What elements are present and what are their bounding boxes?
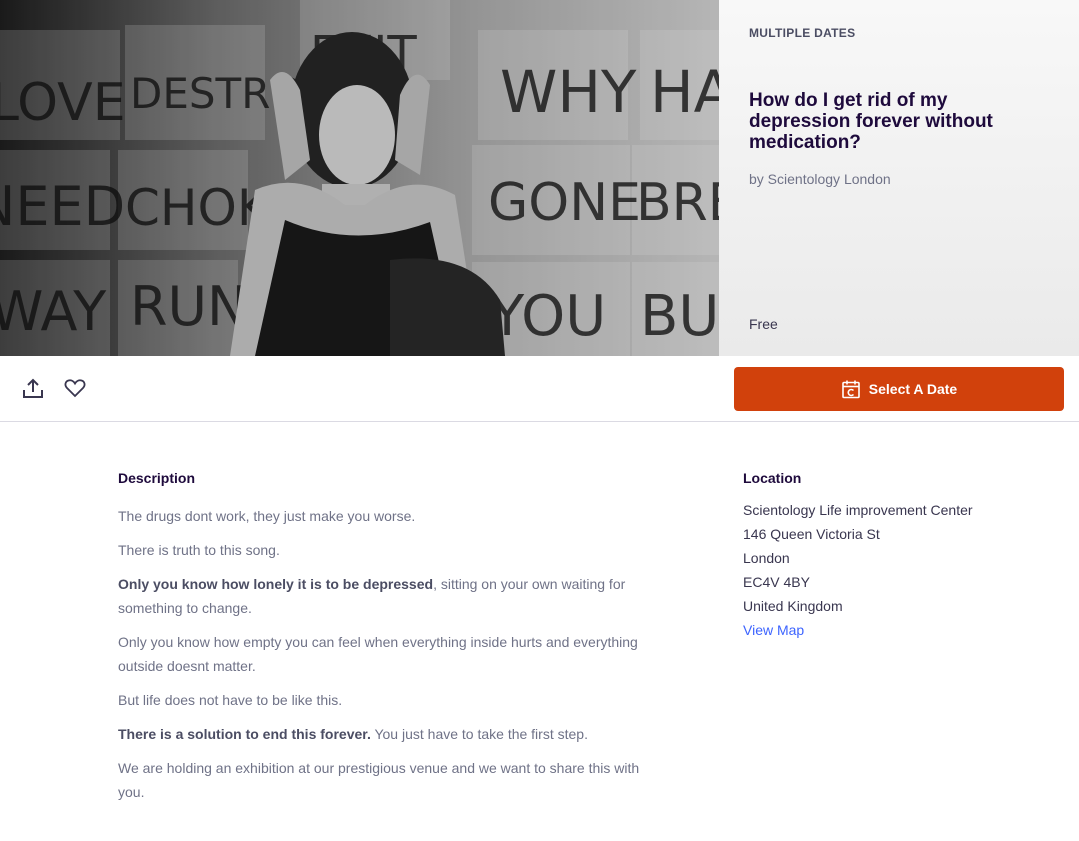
location-section: Location Scientology Life improvement Ce… bbox=[743, 470, 1043, 642]
event-title: How do I get rid of my depression foreve… bbox=[749, 90, 993, 153]
description-paragraph: There is a solution to end this forever.… bbox=[118, 722, 663, 746]
heart-icon[interactable] bbox=[64, 378, 86, 398]
description-paragraph: But life does not have to be like this. bbox=[118, 692, 343, 708]
action-bar: Select A Date bbox=[0, 356, 1079, 422]
description-paragraph: We are holding an exhibition at our pres… bbox=[118, 760, 640, 800]
description-bold-text: Only you know how lonely it is to be dep… bbox=[118, 576, 434, 592]
city: London bbox=[743, 550, 790, 566]
description-paragraph: The drugs dont work, they just make you … bbox=[118, 508, 416, 524]
description-section: Description The drugs dont work, they ju… bbox=[118, 470, 663, 814]
postcode: EC4V 4BY bbox=[743, 574, 810, 590]
organizer-name[interactable]: by Scientology London bbox=[749, 171, 1049, 187]
view-map-link[interactable]: View Map bbox=[743, 618, 1043, 642]
multiple-dates-label: MULTIPLE DATES bbox=[749, 26, 856, 40]
select-date-label: Select A Date bbox=[868, 381, 958, 397]
description-paragraph: Only you know how lonely it is to be dep… bbox=[118, 572, 663, 620]
description-bold-text: There is a solution to end this forever. bbox=[118, 726, 371, 742]
venue-name: Scientology Life improvement Center bbox=[743, 502, 973, 518]
description-paragraph: Only you know how empty you can feel whe… bbox=[118, 634, 638, 674]
event-hero: LOVE DESTROY EXIT WHY HATE NEED CHOKE GO… bbox=[0, 0, 1079, 356]
select-date-button[interactable]: Select A Date bbox=[734, 367, 1064, 411]
share-icon[interactable] bbox=[22, 377, 44, 399]
event-hero-image: LOVE DESTROY EXIT WHY HATE NEED CHOKE GO… bbox=[0, 0, 719, 356]
event-summary-panel: MULTIPLE DATES How do I get rid of my de… bbox=[719, 0, 1079, 356]
event-price: Free bbox=[749, 316, 778, 332]
calendar-icon bbox=[841, 379, 861, 399]
street-address: 146 Queen Victoria St bbox=[743, 526, 880, 542]
description-heading: Description bbox=[118, 470, 196, 486]
description-paragraph: There is truth to this song. bbox=[118, 542, 280, 558]
location-heading: Location bbox=[743, 470, 802, 486]
description-text: You just have to take the first step. bbox=[370, 726, 588, 742]
country: United Kingdom bbox=[743, 598, 843, 614]
